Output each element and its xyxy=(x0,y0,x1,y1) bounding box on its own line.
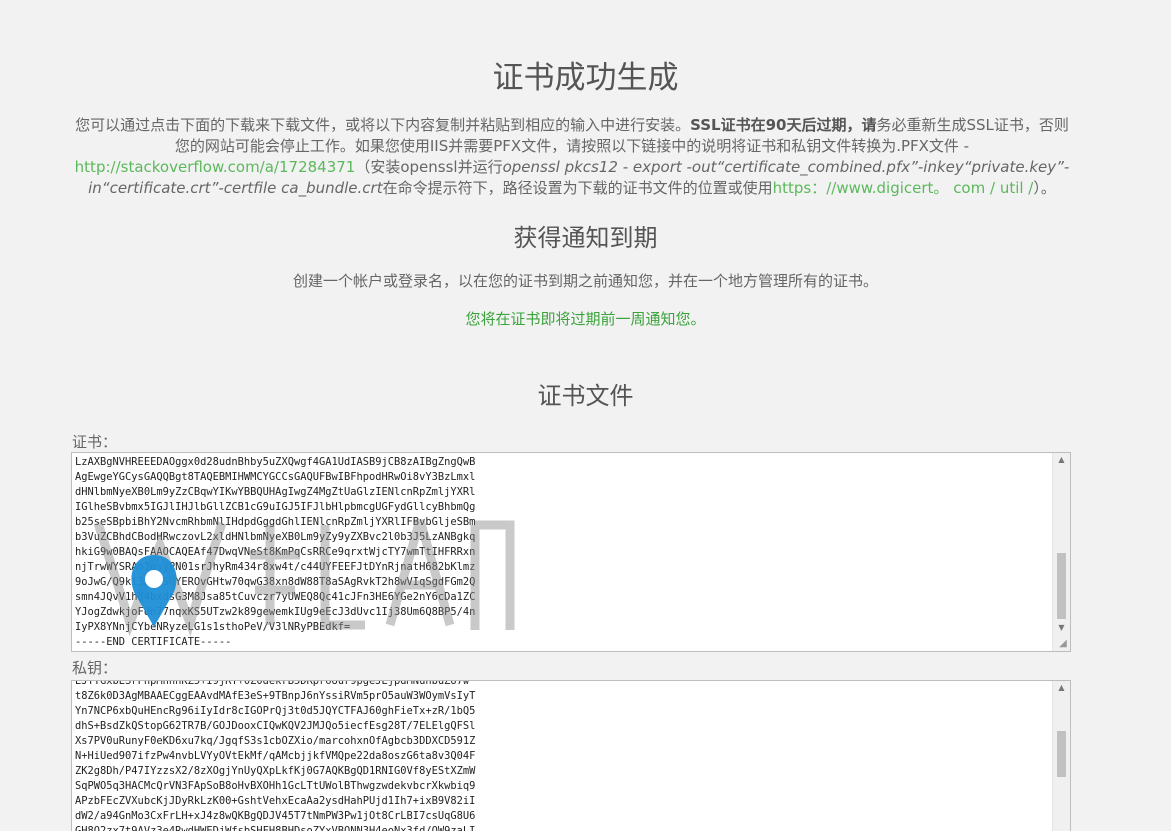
instructions-text-4: 在命令提示符下，路径设置为下载的证书文件的位置或使用 xyxy=(382,179,773,197)
private-key-label: 私钥： xyxy=(72,659,118,677)
scroll-thumb[interactable] xyxy=(1057,553,1066,619)
private-key-content[interactable]: EJYTGxbESrFhpMhhnKZ5+I9jRT+0Z0dekrB5DRpr… xyxy=(75,681,1052,831)
private-key-textarea[interactable]: EJYTGxbESrFhpMhhnKZ5+I9jRT+0Z0dekrB5DRpr… xyxy=(71,680,1071,831)
scroll-thumb[interactable] xyxy=(1057,731,1066,777)
instructions-text-5: ）。 xyxy=(1033,179,1056,197)
private-key-scrollbar[interactable]: ▲ xyxy=(1052,681,1070,831)
certificate-textarea[interactable]: LzAXBgNVHREEEDAOggx0d28udnBhby5uZXQwgf4G… xyxy=(71,452,1071,652)
certificate-scrollbar[interactable]: ▲ ▼ xyxy=(1052,453,1070,651)
scroll-up-icon[interactable]: ▲ xyxy=(1053,681,1070,695)
notify-heading: 获得通知到期 xyxy=(513,224,658,252)
scroll-down-icon[interactable]: ▼ xyxy=(1053,621,1070,635)
notify-description: 创建一个帐户或登录名，以在您的证书到期之前通知您，并在一个地方管理所有的证书。 xyxy=(292,272,878,290)
certificate-content[interactable]: LzAXBgNVHREEEDAOggx0d28udnBhby5uZXQwgf4G… xyxy=(75,455,1052,650)
instructions-text-3: （安装openssl并运行 xyxy=(355,158,503,176)
stackoverflow-link[interactable]: http://stackoverflow.com/a/17284371 xyxy=(75,158,356,176)
certificate-label: 证书： xyxy=(72,433,118,451)
page-title: 证书成功生成 xyxy=(492,60,679,96)
instructions-text-1: 您可以通过点击下面的下载来下载文件，或将以下内容复制并粘贴到相应的输入中进行安装… xyxy=(75,116,691,134)
page: 证书成功生成 您可以通过点击下面的下载来下载文件，或将以下内容复制并粘贴到相应的… xyxy=(0,0,1171,831)
expiry-warning: SSL证书在90天后过期，请 xyxy=(690,116,877,134)
scroll-up-icon[interactable]: ▲ xyxy=(1053,453,1070,467)
resize-grip-icon[interactable]: ◢ xyxy=(1057,638,1069,650)
digicert-link[interactable]: https：//www.digicert。 com / util / xyxy=(773,179,1034,197)
instructions-paragraph: 您可以通过点击下面的下载来下载文件，或将以下内容复制并粘贴到相应的输入中进行安装… xyxy=(72,115,1072,199)
notify-link[interactable]: 您将在证书即将过期前一周通知您。 xyxy=(0,308,1171,329)
files-heading: 证书文件 xyxy=(537,382,634,410)
